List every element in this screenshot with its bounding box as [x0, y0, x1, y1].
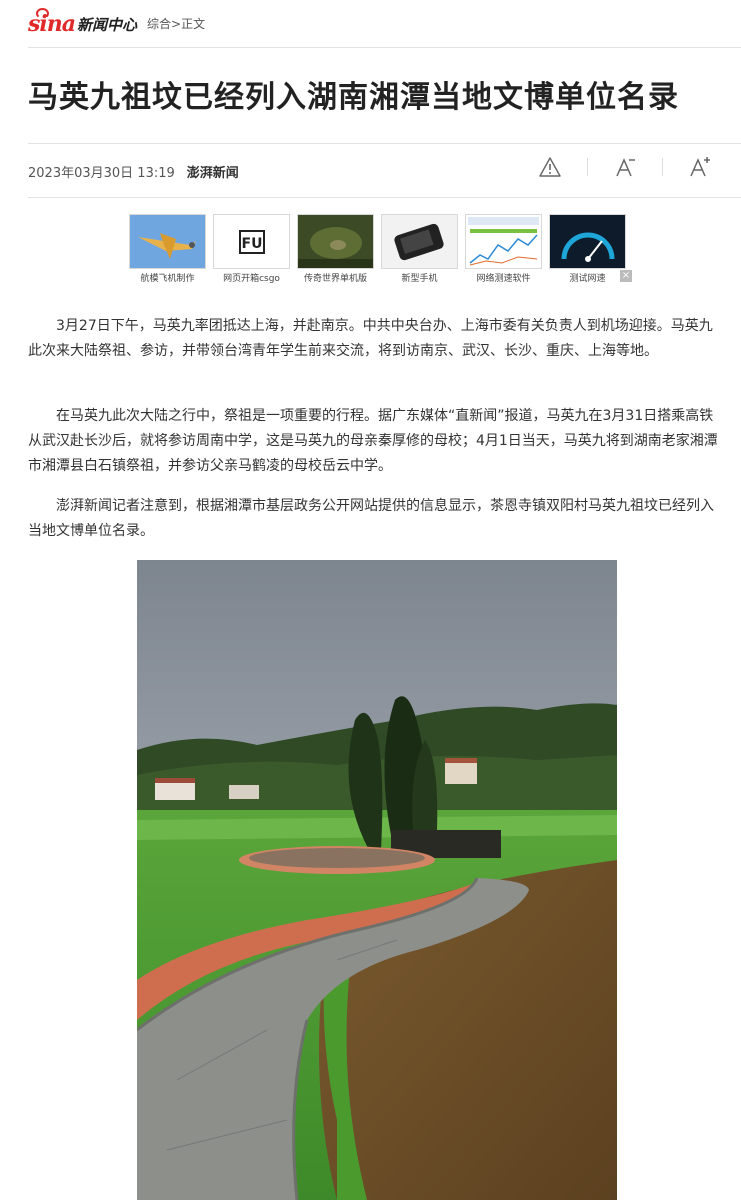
publish-datetime: 2023年03月30日 13:19 — [28, 166, 175, 181]
article-meta: 2023年03月30日 13:19 澎湃新闻 — [28, 162, 239, 181]
ad-caption: 新型手机 — [401, 274, 438, 284]
ad-item[interactable]: 测试网速 — [549, 214, 626, 284]
ad-item[interactable]: 新型手机 — [381, 214, 458, 284]
breadcrumb: 综合>正文 — [147, 14, 205, 34]
font-increase-icon[interactable] — [689, 156, 711, 178]
ancestral-tomb-landscape-image — [137, 560, 617, 1200]
font-decrease-icon[interactable] — [614, 156, 636, 178]
model-airplane-image — [129, 214, 206, 269]
breadcrumb-link-general[interactable]: 综合 — [147, 17, 171, 31]
ad-caption: 航模飞机制作 — [140, 274, 195, 284]
paragraph-text: 在马英九此次大陆之行中，祭祖是一项重要的行程。据广东媒体“直新闻”报道，马英九在… — [28, 408, 718, 474]
game-landscape-image — [297, 214, 374, 269]
title-divider — [28, 143, 741, 144]
ad-close-button[interactable]: × — [620, 270, 632, 282]
paragraph-text: 澎湃新闻记者注意到，根据湘潭市基层政务公开网站提供的信息显示，茶恩寺镇双阳村马英… — [28, 498, 714, 539]
tool-separator — [587, 158, 588, 176]
sina-news-logo[interactable]: sina 新闻中心 — [28, 8, 138, 35]
ad-caption: 传奇世界单机版 — [303, 274, 367, 284]
header-divider — [28, 47, 741, 48]
sina-logo-word: sina — [28, 8, 76, 35]
article-photo — [137, 560, 617, 1200]
article-title: 马英九祖坟已经列入湖南湘潭当地文博单位名录 — [28, 80, 679, 115]
ad-caption: 网页开箱csgo — [223, 274, 280, 284]
black-phone-image — [381, 214, 458, 269]
speedometer-image — [549, 214, 626, 269]
breadcrumb-separator: > — [171, 17, 182, 31]
ad-item[interactable]: FU 网页开箱csgo — [213, 214, 290, 284]
ad-thumbnail-strip: 航模飞机制作 FU 网页开箱csgo 传奇世界单机版 新型手机 网络测速软件 测… — [129, 214, 626, 284]
ad-caption: 测试网速 — [569, 274, 606, 284]
breadcrumb-current: 正文 — [181, 17, 206, 31]
fu-logo-image: FU — [213, 214, 290, 269]
warning-triangle-icon[interactable] — [539, 156, 561, 178]
tool-separator — [662, 158, 663, 176]
ad-caption: 网络测速软件 — [476, 274, 531, 284]
ad-item[interactable]: 航模飞机制作 — [129, 214, 206, 284]
news-center-label: 新闻中心 — [77, 16, 138, 34]
ad-item[interactable]: 传奇世界单机版 — [297, 214, 374, 284]
speed-chart-image — [465, 214, 542, 269]
site-header: sina 新闻中心 综合>正文 — [28, 8, 205, 40]
article-paragraph: 在马英九此次大陆之行中，祭祖是一项重要的行程。据广东媒体“直新闻”报道，马英九在… — [28, 404, 724, 479]
paragraph-text: 3月27日下午，马英九率团抵达上海，并赴南京。中共中央台办、上海市委有关负责人到… — [28, 318, 713, 359]
article-tools — [539, 156, 711, 178]
meta-divider — [28, 197, 741, 198]
article-source[interactable]: 澎湃新闻 — [187, 166, 239, 181]
article-paragraph: 3月27日下午，马英九率团抵达上海，并赴南京。中共中央台办、上海市委有关负责人到… — [28, 314, 724, 364]
ad-item[interactable]: 网络测速软件 — [465, 214, 542, 284]
svg-text:FU: FU — [242, 236, 263, 252]
article-paragraph: 澎湃新闻记者注意到，根据湘潭市基层政务公开网站提供的信息显示，茶恩寺镇双阳村马英… — [28, 494, 724, 544]
